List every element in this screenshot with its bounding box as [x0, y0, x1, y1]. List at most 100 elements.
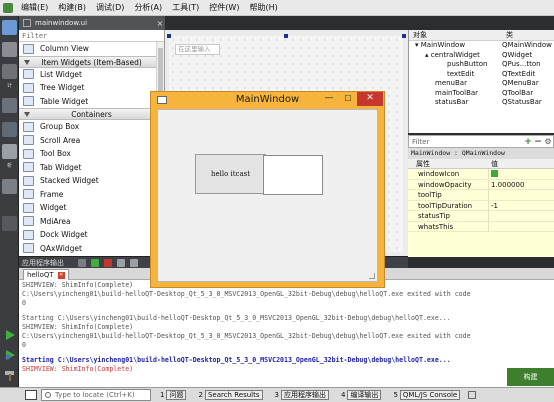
output-tab[interactable]: helloQT ✕	[23, 269, 69, 280]
property-name: toolTipDuration	[418, 201, 473, 210]
selection-handle[interactable]	[284, 34, 288, 38]
property-value[interactable]: -1	[491, 201, 498, 212]
menu-help[interactable]: 帮助(H)	[244, 0, 282, 16]
menu-build[interactable]: 构建(B)	[53, 0, 91, 16]
property-filter-placeholder: Filter	[412, 137, 430, 146]
application-output-log[interactable]: SHIMVIEW: ShimInfo(Complete) C:\Users\yi…	[19, 280, 554, 387]
selection-handle[interactable]	[402, 34, 406, 38]
remove-property-icon[interactable]: −	[533, 137, 543, 147]
property-row[interactable]: toolTipDuration -1	[408, 200, 554, 212]
close-tab-icon[interactable]: ✕	[57, 271, 65, 279]
property-row[interactable]: windowOpacity 1.000000	[408, 179, 554, 191]
window-title-bar[interactable]: MainWindow — ☐ ✕	[151, 92, 384, 109]
category-item-based[interactable]: Item Widgets (Item-Based)	[19, 55, 164, 68]
size-grip-icon[interactable]	[369, 273, 375, 279]
widget-item[interactable]: Tree Widget	[19, 81, 164, 95]
menu-tools[interactable]: 工具(T)	[167, 0, 204, 16]
property-row[interactable]: toolTip	[408, 190, 554, 201]
add-dynamic-property-icon[interactable]: +	[523, 137, 533, 147]
object-row[interactable]: textEdit QTextEdit	[409, 70, 554, 80]
object-row[interactable]: ▴ centralWidget QWidget	[409, 51, 554, 61]
widget-item[interactable]: Scroll Area	[19, 134, 164, 148]
minimize-button[interactable]: —	[319, 92, 339, 106]
toggle-sidebar-icon[interactable]	[25, 390, 37, 400]
widget-filter-input[interactable]: Filter	[19, 30, 164, 42]
debug-run-icon[interactable]	[2, 348, 17, 362]
widget-item[interactable]: Frame	[19, 188, 164, 202]
zoom-out-icon[interactable]	[130, 258, 138, 267]
widget-item[interactable]: Tab Widget	[19, 161, 164, 175]
design-mode-icon[interactable]	[2, 64, 17, 79]
property-row[interactable]: statusTip	[408, 211, 554, 222]
widget-item[interactable]: Stacked Widget	[19, 174, 164, 188]
issues-pane-button[interactable]: 1 问题	[157, 389, 189, 401]
search-results-pane-button[interactable]: 2 Search Results	[195, 389, 265, 401]
configure-wrench-icon[interactable]: ⚙	[543, 137, 553, 146]
widget-item[interactable]: Dock Widget	[19, 228, 164, 242]
menu-edit[interactable]: 编辑(E)	[16, 0, 53, 16]
build-hammer-icon[interactable]	[2, 368, 17, 382]
window-client-area: hello itcast	[157, 109, 378, 282]
compile-output-pane-button[interactable]: 4 编译输出	[338, 389, 384, 401]
property-filter-input[interactable]: Filter + − ⚙	[408, 135, 554, 148]
menu-debug[interactable]: 调试(D)	[91, 0, 129, 16]
object-row[interactable]: statusBar QStatusBar	[409, 98, 554, 108]
attach-icon[interactable]	[78, 258, 86, 267]
widget-item[interactable]: List Widget	[19, 68, 164, 82]
property-value[interactable]: 1.000000	[491, 180, 524, 191]
object-row[interactable]: menuBar QMenuBar	[409, 79, 554, 89]
object-row[interactable]: pushButton QPus...tton	[409, 60, 554, 70]
widget-item[interactable]: MdiArea	[19, 215, 164, 229]
tab-widget-icon	[23, 162, 34, 173]
menu-widgets[interactable]: 控件(W)	[204, 0, 244, 16]
debug-mode-icon[interactable]	[2, 98, 17, 113]
panes-menu-icon[interactable]	[468, 391, 477, 399]
stop-icon[interactable]	[104, 258, 112, 267]
widget-item[interactable]: Widget	[19, 201, 164, 215]
kit-selector-icon[interactable]	[2, 216, 17, 231]
widget-item-label: QAxWidget	[40, 243, 82, 253]
property-row[interactable]: whatsThis	[408, 221, 554, 232]
locator-input[interactable]: Type to locate (Ctrl+K)	[41, 389, 151, 401]
application-output-pane-button[interactable]: 3 应用程序输出	[272, 389, 332, 401]
object-row[interactable]: ▾ MainWindow QMainWindow	[409, 41, 554, 51]
property-table: windowIcon windowOpacity 1.000000 toolTi…	[408, 169, 554, 257]
maximize-button[interactable]: ☐	[339, 92, 357, 106]
close-button[interactable]: ✕	[357, 92, 383, 106]
collapse-arrow-icon	[24, 59, 30, 65]
category-containers[interactable]: Containers	[19, 108, 164, 120]
build-progress-indicator[interactable]: 构建	[507, 368, 554, 386]
widget-item-label: Group Box	[40, 122, 80, 132]
output-pane-title: 应用程序输出	[22, 258, 64, 267]
category-label: Containers	[71, 110, 112, 119]
widget-item[interactable]: Column View	[19, 42, 164, 56]
editor-file-tab[interactable]: mainwindow.ui ×	[19, 16, 165, 30]
run-icon[interactable]	[2, 328, 17, 342]
welcome-mode-icon[interactable]	[2, 20, 17, 35]
pane-number: 2	[198, 391, 203, 399]
widget-item[interactable]: Table Widget	[19, 95, 164, 109]
help-mode-icon[interactable]	[2, 179, 17, 194]
zoom-in-icon[interactable]	[117, 258, 125, 267]
object-name: centralWidget	[430, 50, 480, 59]
log-line: C:\Users\yincheng01\build-helloQT-Deskto…	[22, 332, 471, 340]
menu-type-here-field[interactable]: 在这里输入	[175, 44, 220, 55]
close-document-icon[interactable]: ×	[155, 19, 165, 28]
object-row[interactable]: mainToolBar QToolBar	[409, 89, 554, 99]
widget-item[interactable]: Group Box	[19, 120, 164, 134]
widget-item[interactable]: QAxWidget	[19, 242, 164, 256]
rerun-icon[interactable]	[91, 258, 99, 267]
hello-push-button[interactable]: hello itcast	[195, 154, 266, 194]
text-edit[interactable]	[263, 155, 323, 195]
qml-console-pane-button[interactable]: 5 QML/JS Console	[390, 389, 463, 401]
property-class-path: MainWindow : QMainWindow	[408, 148, 554, 159]
property-row[interactable]: windowIcon	[408, 169, 554, 180]
menu-analyze[interactable]: 分析(A)	[129, 0, 167, 16]
selection-handle[interactable]	[167, 34, 171, 38]
widget-item[interactable]: Tool Box	[19, 147, 164, 161]
analyze-mode-icon[interactable]	[2, 144, 17, 159]
running-main-window[interactable]: MainWindow — ☐ ✕ hello itcast	[150, 91, 385, 288]
edit-mode-icon[interactable]	[2, 42, 17, 57]
pane-number: 4	[340, 391, 346, 399]
projects-mode-icon[interactable]	[2, 122, 17, 137]
